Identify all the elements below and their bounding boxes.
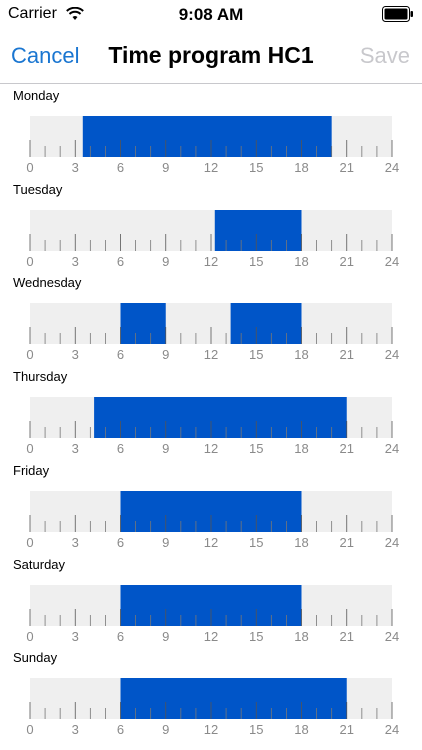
hour-axis-label: 18: [294, 347, 308, 362]
day-row-sunday[interactable]: Sunday 0 3 6 9 12 15 18 21 24: [0, 650, 422, 744]
hour-axis-label: 12: [204, 347, 218, 362]
heating-period-block[interactable]: [120, 303, 166, 345]
heating-period-block[interactable]: [214, 209, 302, 251]
hour-axis-label: 9: [162, 160, 169, 175]
day-timeline[interactable]: 0 3 6 9 12 15 18 21 24: [0, 463, 422, 557]
hour-axis-label: 12: [204, 722, 218, 737]
hour-axis-label: 18: [294, 441, 308, 456]
hour-axis-label: 15: [249, 722, 263, 737]
navigation-bar: Cancel Time program HC1 Save: [0, 30, 422, 84]
day-row-tuesday[interactable]: Tuesday 0 3 6 9 12 15 18 21 24: [0, 182, 422, 276]
hour-axis-label: 0: [26, 347, 33, 362]
hour-axis-label: 21: [340, 441, 354, 456]
hour-axis-label: 15: [249, 160, 263, 175]
hour-axis-label: 6: [117, 722, 124, 737]
hour-axis-label: 6: [117, 160, 124, 175]
hour-axis-label: 3: [72, 722, 79, 737]
hour-axis-label: 9: [162, 347, 169, 362]
hour-axis-label: 0: [26, 535, 33, 550]
day-timeline[interactable]: 0 3 6 9 12 15 18 21 24: [0, 369, 422, 463]
hour-axis-label: 3: [72, 160, 79, 175]
hour-axis-label: 24: [385, 347, 399, 362]
hour-axis-label: 6: [117, 535, 124, 550]
hour-axis-label: 15: [249, 629, 263, 644]
hour-axis-label: 3: [72, 535, 79, 550]
hour-axis-label: 24: [385, 254, 399, 269]
hour-axis-label: 24: [385, 629, 399, 644]
hour-axis-label: 0: [26, 441, 33, 456]
day-row-thursday[interactable]: Thursday 0 3 6 9 12 15 18 21 24: [0, 369, 422, 463]
hour-axis-label: 9: [162, 254, 169, 269]
cancel-button[interactable]: Cancel: [11, 43, 79, 69]
hour-axis-label: 6: [117, 347, 124, 362]
hour-axis-label: 3: [72, 347, 79, 362]
hour-axis-label: 3: [72, 629, 79, 644]
hour-axis-label: 18: [294, 160, 308, 175]
hour-axis-label: 15: [249, 347, 263, 362]
hour-axis-label: 18: [294, 629, 308, 644]
hour-axis-label: 18: [294, 535, 308, 550]
hour-axis-label: 21: [340, 629, 354, 644]
hour-axis-label: 6: [117, 441, 124, 456]
hour-axis-label: 9: [162, 722, 169, 737]
hour-axis-label: 9: [162, 629, 169, 644]
hour-axis-label: 18: [294, 254, 308, 269]
hour-axis-label: 12: [204, 441, 218, 456]
hour-axis-label: 12: [204, 535, 218, 550]
heating-period-block[interactable]: [120, 678, 347, 720]
hour-axis-label: 15: [249, 441, 263, 456]
hour-axis-label: 15: [249, 535, 263, 550]
day-row-wednesday[interactable]: Wednesday 0 3 6 9 12 15 18 21 24: [0, 275, 422, 369]
hour-axis-label: 18: [294, 722, 308, 737]
hour-axis-label: 0: [26, 629, 33, 644]
hour-axis-label: 15: [249, 254, 263, 269]
day-timeline[interactable]: 0 3 6 9 12 15 18 21 24: [0, 557, 422, 651]
hour-axis-label: 6: [117, 254, 124, 269]
hour-axis-label: 21: [340, 254, 354, 269]
hour-axis-label: 3: [72, 254, 79, 269]
save-button[interactable]: Save: [360, 43, 410, 69]
hour-axis-label: 3: [72, 441, 79, 456]
status-bar: Carrier 9:08 AM: [0, 0, 422, 30]
hour-axis-label: 24: [385, 160, 399, 175]
status-time: 9:08 AM: [178, 5, 244, 24]
day-timeline[interactable]: 0 3 6 9 12 15 18 21 24: [0, 182, 422, 276]
battery-icon: [382, 6, 413, 22]
hour-axis-label: 21: [340, 535, 354, 550]
hour-axis-label: 24: [385, 535, 399, 550]
hour-axis-label: 0: [26, 160, 33, 175]
hour-axis-label: 0: [26, 254, 33, 269]
hour-axis-label: 21: [340, 722, 354, 737]
hour-axis-label: 24: [385, 722, 399, 737]
hour-axis-label: 9: [162, 535, 169, 550]
day-row-monday[interactable]: Monday 0 3 6 9 12 15 18 21 24: [0, 88, 422, 182]
day-row-saturday[interactable]: Saturday 0 3 6 9 12 15 18 21 24: [0, 557, 422, 651]
heating-period-block[interactable]: [94, 397, 347, 439]
hour-axis-label: 0: [26, 722, 33, 737]
hour-axis-label: 21: [340, 347, 354, 362]
hour-axis-label: 12: [204, 254, 218, 269]
hour-axis-label: 12: [204, 629, 218, 644]
hour-axis-label: 12: [204, 160, 218, 175]
day-timeline[interactable]: 0 3 6 9 12 15 18 21 24: [0, 88, 422, 182]
day-row-friday[interactable]: Friday 0 3 6 9 12 15 18 21 24: [0, 463, 422, 557]
day-timeline[interactable]: 0 3 6 9 12 15 18 21 24: [0, 650, 422, 744]
hour-axis-label: 9: [162, 441, 169, 456]
day-timeline[interactable]: 0 3 6 9 12 15 18 21 24: [0, 275, 422, 369]
hour-axis-label: 6: [117, 629, 124, 644]
hour-axis-label: 24: [385, 441, 399, 456]
hour-axis-label: 21: [340, 160, 354, 175]
